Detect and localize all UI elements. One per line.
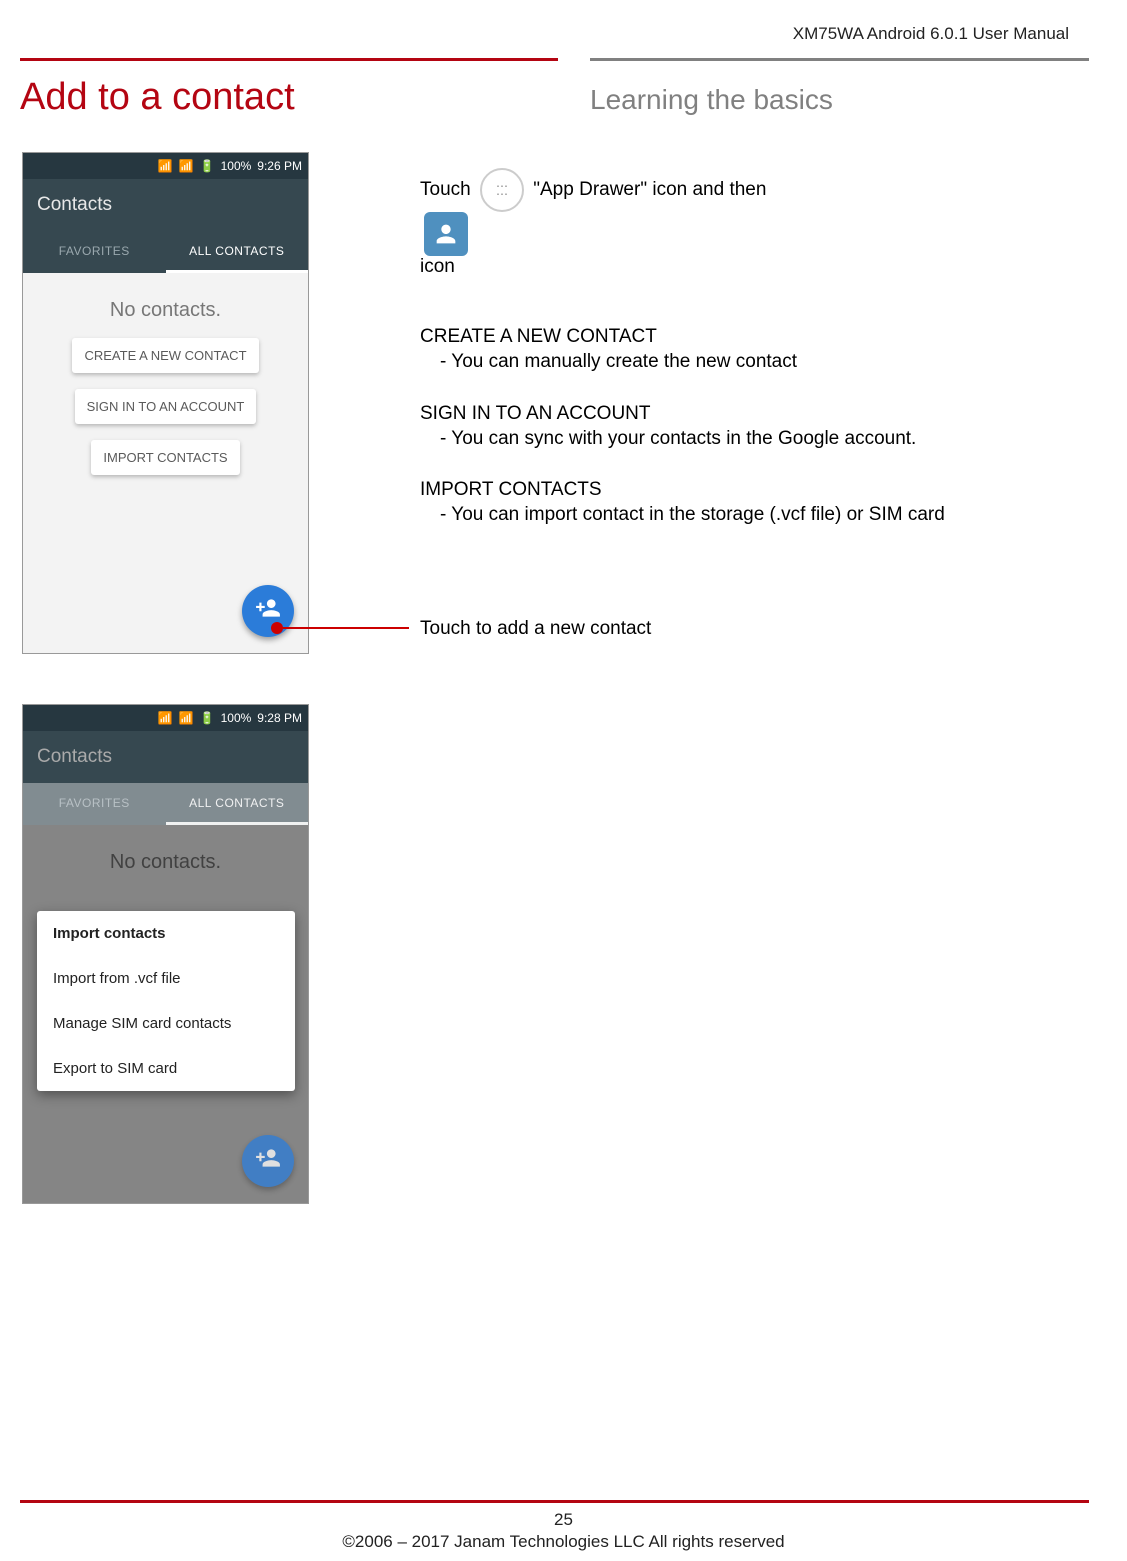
callout-dot (271, 622, 283, 634)
signal-icon: 📶 (179, 711, 194, 725)
tab-favorites[interactable]: FAVORITES (23, 783, 166, 825)
menu-export-sim[interactable]: Export to SIM card (37, 1046, 295, 1091)
vibrate-icon: 📶 (158, 711, 173, 725)
create-contact-bullet: You can manually create the new contact (420, 350, 1087, 375)
sign-in-heading: SIGN IN TO AN ACCOUNT (420, 403, 1087, 425)
app-drawer-icon (480, 168, 524, 212)
doc-header: XM75WA Android 6.0.1 User Manual (793, 24, 1069, 44)
footer-divider (20, 1500, 1089, 1503)
contacts-app-icon (424, 212, 468, 256)
app-title: Contacts (37, 746, 112, 768)
page-title: Add to a contact (20, 76, 295, 119)
status-bar: 📶 📶 🔋 100% 9:26 PM (23, 153, 308, 179)
tab-all-contacts[interactable]: ALL CONTACTS (166, 231, 309, 273)
app-bar: Contacts (23, 179, 308, 231)
fab-callout-text: Touch to add a new contact (420, 618, 1087, 640)
section-subtitle: Learning the basics (590, 84, 833, 116)
vibrate-icon: 📶 (158, 159, 173, 173)
sign-in-bullet: You can sync with your contacts in the G… (420, 427, 1087, 452)
menu-manage-sim[interactable]: Manage SIM card contacts (37, 1001, 295, 1046)
app-bar: Contacts (23, 731, 308, 783)
import-heading: IMPORT CONTACTS (420, 479, 1087, 501)
divider-grey (590, 58, 1089, 61)
tab-favorites[interactable]: FAVORITES (23, 231, 166, 273)
add-contact-fab[interactable] (242, 1135, 294, 1187)
screen-body: No contacts. CREATE A NEW CONTACT SIGN I… (23, 273, 308, 653)
add-contact-fab[interactable] (242, 585, 294, 637)
create-new-contact-button[interactable]: CREATE A NEW CONTACT (72, 338, 258, 373)
menu-import-contacts[interactable]: Import contacts (37, 911, 295, 956)
screen-body: No contacts. Import contacts Import from… (23, 825, 308, 1203)
battery-icon: 🔋 (200, 711, 215, 725)
battery-pct: 100% (221, 159, 252, 173)
sections-block: CREATE A NEW CONTACT You can manually cr… (420, 326, 1087, 534)
intro-paragraph: Touch "App Drawer" icon and then icon (420, 168, 1087, 278)
app-title: Contacts (37, 194, 112, 216)
screenshot-import-menu: 📶 📶 🔋 100% 9:28 PM Contacts FAVORITES AL… (22, 704, 309, 1204)
page-number: 25 (0, 1509, 1127, 1531)
screenshot-contacts-empty: 📶 📶 🔋 100% 9:26 PM Contacts FAVORITES AL… (22, 152, 309, 654)
callout-line (283, 627, 409, 629)
tab-all-contacts[interactable]: ALL CONTACTS (166, 783, 309, 825)
page-footer: 25 ©2006 – 2017 Janam Technologies LLC A… (0, 1509, 1127, 1553)
create-contact-heading: CREATE A NEW CONTACT (420, 326, 1087, 348)
clock: 9:26 PM (257, 159, 302, 173)
import-dialog: Import contacts Import from .vcf file Ma… (37, 911, 295, 1091)
battery-icon: 🔋 (200, 159, 215, 173)
clock: 9:28 PM (257, 711, 302, 725)
no-contacts-text: No contacts. (23, 273, 308, 322)
person-add-icon (255, 1145, 281, 1178)
status-bar: 📶 📶 🔋 100% 9:28 PM (23, 705, 308, 731)
battery-pct: 100% (221, 711, 252, 725)
menu-import-vcf[interactable]: Import from .vcf file (37, 956, 295, 1001)
divider-red (20, 58, 558, 61)
sign-in-account-button[interactable]: SIGN IN TO AN ACCOUNT (75, 389, 257, 424)
import-contacts-button[interactable]: IMPORT CONTACTS (91, 440, 239, 475)
tab-bar: FAVORITES ALL CONTACTS (23, 783, 308, 825)
tab-bar: FAVORITES ALL CONTACTS (23, 231, 308, 273)
signal-icon: 📶 (179, 159, 194, 173)
intro-text-a: Touch (420, 179, 471, 200)
copyright: ©2006 – 2017 Janam Technologies LLC All … (0, 1531, 1127, 1553)
intro-text-b: "App Drawer" icon and then (533, 179, 766, 200)
import-bullet: You can import contact in the storage (.… (420, 503, 1087, 528)
intro-text-c: icon (420, 256, 455, 277)
